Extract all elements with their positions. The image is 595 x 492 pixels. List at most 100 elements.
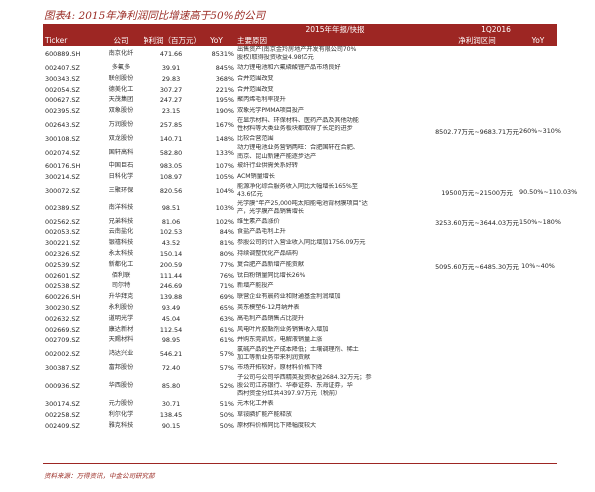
q1-range-cell bbox=[435, 324, 519, 335]
yoy-cell: 63% bbox=[219, 314, 234, 323]
q1-yoy-cell bbox=[519, 363, 557, 374]
company-cell: 中国巨石 bbox=[108, 162, 134, 170]
net-profit-cell: 90.15 bbox=[161, 421, 181, 430]
yoy-cell: 65% bbox=[219, 304, 234, 312]
q1-range-cell bbox=[435, 420, 519, 431]
q1-range-cell bbox=[435, 84, 519, 95]
reason-line: 能源净化综合服务收入同比大幅增长165%至 bbox=[237, 182, 358, 190]
ticker-cell: 002601.SZ bbox=[45, 271, 80, 280]
yoy-cell: 845% bbox=[215, 64, 234, 72]
reason-cell: 高毛利产品销售占比提升 bbox=[235, 314, 435, 325]
header-company: 公司 bbox=[113, 36, 129, 45]
company-cell: 多氟多 bbox=[111, 64, 131, 71]
q1-yoy-cell bbox=[519, 420, 557, 431]
net-profit-cell: 471.66 bbox=[159, 50, 183, 59]
reason-cell: 持续调整优化产品结构 bbox=[235, 249, 435, 260]
reason-cell: 动力锂电池业务营销两旺：合肥国轩在合肥、 南京、昆山新建产能逐步达产 bbox=[235, 144, 435, 161]
reason-cell: 双象光学PMMA项目投产 bbox=[235, 106, 435, 117]
reason-cell: 氯碱产品的生产成本降低；土壤调理剂、稀土 加工等新业务带来利润贡献 bbox=[235, 346, 435, 363]
reason-cell: 食盐产品毛利上升 bbox=[235, 227, 435, 238]
net-profit-cell: 43.52 bbox=[161, 239, 181, 248]
reason-cell: 风电叶片胶黏剂业务销售收入增加 bbox=[235, 324, 435, 335]
ticker-cell: 000936.SZ bbox=[45, 382, 80, 391]
ticker-cell: 002562.SZ bbox=[45, 217, 80, 226]
header-spacer bbox=[43, 24, 235, 35]
q1-yoy: 90.50%~110.03% bbox=[519, 187, 578, 196]
yoy-cell: 50% bbox=[219, 410, 234, 419]
net-profit-cell: 138.45 bbox=[159, 410, 183, 419]
ticker-cell: 300343.SZ bbox=[45, 74, 80, 83]
yoy-cell: 102% bbox=[215, 217, 234, 226]
ticker-cell: 300108.SZ bbox=[45, 134, 80, 143]
q1-profit-range: 8502.77万元~9683.71万元 bbox=[435, 128, 519, 136]
reason-cell: 元木化工并表 bbox=[235, 399, 435, 410]
reason-line: 参股公司的计入营业收入同比增加1756.09万元 bbox=[237, 239, 366, 247]
table-row: 002409.SZ 雅克科技 90.15 50% 原材料价格同比下降幅度较大 bbox=[43, 420, 557, 431]
company-cell: 永利股份 bbox=[108, 304, 134, 311]
reason-cell: 维生素产品涨价 bbox=[235, 216, 435, 227]
table-row: 002538.SZ 司尔特 246.69 71% 新增产能投产 bbox=[43, 281, 557, 292]
ticker-cell: 002539.SZ bbox=[45, 260, 80, 269]
reason-cell: 钛白粉销量同比增长26% bbox=[235, 270, 435, 281]
net-profit-cell: 307.27 bbox=[159, 85, 183, 94]
reason-line: 元木化工并表 bbox=[237, 400, 274, 408]
net-profit-cell: 30.71 bbox=[161, 400, 181, 409]
yoy-cell: 133% bbox=[215, 148, 234, 157]
table-row: 002054.SZ 德美化工 307.27 221% 合并范围改变 bbox=[43, 84, 557, 95]
reason-line: 加工等新业务带来利润贡献 bbox=[237, 354, 311, 362]
company-cell: 华西股份 bbox=[108, 382, 134, 390]
reason-line: 草铵膦扩能产能释放 bbox=[237, 410, 292, 418]
q1-yoy-cell bbox=[519, 238, 557, 249]
yoy-cell: 167% bbox=[215, 121, 234, 129]
reason-cell: 在显示材料、环保材料、医药产品及其他功能 性材料等大类业务板块都取得了长足的进步 bbox=[235, 117, 435, 134]
net-profit-cell: 93.49 bbox=[161, 304, 181, 312]
yoy-cell: 61% bbox=[219, 325, 234, 334]
net-profit-cell: 200.59 bbox=[159, 260, 183, 269]
header-reason: 主要原因 bbox=[237, 36, 267, 45]
reason-line: 市场开拓较好，原材料价格下降 bbox=[237, 364, 323, 371]
company-cell: 天赐材料 bbox=[108, 336, 134, 344]
net-profit-cell: 112.54 bbox=[159, 325, 183, 334]
reason-cell: 原材料价格同比下降幅度较大 bbox=[235, 420, 435, 431]
ticker-cell: 002258.SZ bbox=[45, 410, 80, 419]
q1-yoy-cell bbox=[519, 314, 557, 325]
ticker-cell: 002709.SZ bbox=[45, 336, 80, 345]
q1-range-cell bbox=[435, 314, 519, 325]
header-group-2015: 2015年年报/快报 bbox=[305, 25, 365, 34]
q1-profit-range: 19500万元~21500万元 bbox=[441, 188, 513, 197]
q1-profit-range: 5095.60万元~6485.30万元 bbox=[435, 262, 519, 271]
company-cell: 兄弟科技 bbox=[108, 217, 134, 225]
reason-cell: 合并范围改变 bbox=[235, 74, 435, 85]
q1-yoy-cell bbox=[519, 46, 557, 63]
reason-cell: 动力锂电池和六氟磷酸锂产品市场良好 bbox=[235, 63, 435, 74]
yoy-cell: 80% bbox=[219, 250, 234, 259]
reason-cell: 联营企业有晨药业和财通基金利润增加 bbox=[235, 292, 435, 303]
reason-line: 复合肥产品新增产能贡献 bbox=[237, 260, 304, 268]
yoy-cell: 148% bbox=[215, 134, 234, 143]
q1-yoy-cell bbox=[519, 399, 557, 410]
reason-line: 子公司与公司华西精英投资收益2684.32万元；参 bbox=[237, 373, 372, 381]
net-profit-cell: 85.80 bbox=[161, 382, 181, 391]
company-cell: 佰利联 bbox=[111, 271, 131, 279]
q1-range-cell bbox=[435, 106, 519, 117]
q1-range-cell bbox=[435, 335, 519, 346]
reason-line: 性材料等大类业务板块都取得了长足的进步 bbox=[237, 125, 353, 133]
ticker-cell: 002002.SZ bbox=[45, 350, 80, 359]
q1-range-cell bbox=[435, 238, 519, 249]
yoy-cell: 221% bbox=[215, 85, 234, 94]
net-profit-cell: 140.71 bbox=[159, 134, 183, 143]
company-cell: 永太科技 bbox=[108, 250, 134, 258]
reason-line: 持续调整优化产品结构 bbox=[237, 250, 298, 258]
reason-line: 玻纤行业供需关系好转 bbox=[237, 162, 298, 170]
header-q1-yoy: YoY bbox=[531, 36, 545, 45]
company-cell: 万润股份 bbox=[108, 121, 134, 128]
q1-range-cell bbox=[435, 227, 519, 238]
q1-yoy-cell bbox=[519, 74, 557, 85]
net-profit-cell: 111.44 bbox=[159, 271, 183, 280]
reason-line: 股权)取得投资收益4.98亿元 bbox=[237, 54, 314, 62]
q1-yoy-cell bbox=[519, 95, 557, 106]
yoy-cell: 76% bbox=[219, 271, 234, 280]
table-bottom-rule bbox=[43, 463, 557, 464]
table-row: 300174.SZ 元力股份 30.71 51% 元木化工并表 bbox=[43, 399, 557, 410]
q1-yoy-cell bbox=[519, 200, 557, 217]
